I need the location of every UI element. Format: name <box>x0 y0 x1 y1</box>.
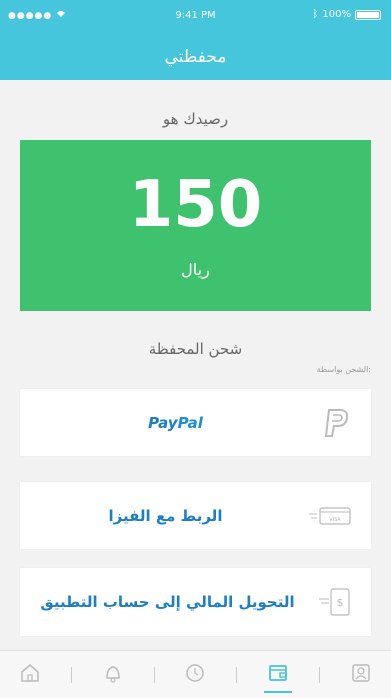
money-transfer-option-label: التحويل المالي إلى حساب التطبيق <box>40 593 295 611</box>
balance-currency: ريال <box>181 260 210 279</box>
paypal-icon <box>323 406 351 440</box>
profile-icon <box>350 662 372 688</box>
money-transfer-option[interactable]: التحويل المالي إلى حساب التطبيق $ <box>20 568 371 636</box>
battery-icon <box>355 9 381 20</box>
tab-profile[interactable] <box>341 655 381 695</box>
tab-home[interactable] <box>10 655 50 695</box>
tab-divider <box>153 666 155 683</box>
tab-divider <box>71 666 73 683</box>
home-icon <box>19 662 41 688</box>
tab-divider <box>236 666 238 683</box>
balance-card: 150 ريال <box>20 140 371 311</box>
tab-divider <box>318 666 320 683</box>
svg-text:VISA: VISA <box>329 517 341 523</box>
orders-icon <box>184 662 206 688</box>
money-transfer-icon: $ <box>319 587 351 617</box>
recharge-via-label: الشحن بواسطة: <box>316 365 371 374</box>
visa-option[interactable]: الربط مع الفيزا VISA <box>20 482 371 549</box>
wallet-icon <box>267 662 289 688</box>
tab-orders[interactable] <box>175 655 215 695</box>
status-bar: ●●●●● 9:41 PM ᛒ 100% <box>0 0 391 34</box>
bluetooth-icon: ᛒ <box>312 9 319 20</box>
page-title: محفظتي <box>164 47 227 67</box>
visa-option-label: الربط مع الفيزا <box>108 506 223 525</box>
battery-indicator: ᛒ 100% <box>312 9 381 20</box>
balance-amount: 150 <box>128 168 263 242</box>
paypal-logo: Pay Pal <box>148 413 203 432</box>
tab-wallet[interactable] <box>258 655 298 695</box>
header: محفظتي <box>0 34 391 80</box>
battery-percentage: 100% <box>322 9 351 20</box>
notifications-icon <box>102 662 124 688</box>
tab-bar <box>0 650 391 698</box>
recharge-title: شحن المحفظة <box>148 340 243 358</box>
tab-notifications[interactable] <box>93 655 133 695</box>
visa-card-icon: VISA <box>309 506 351 526</box>
paypal-option[interactable]: Pay Pal <box>20 389 371 456</box>
balance-label: رصيدك هو <box>162 110 229 128</box>
svg-text:$: $ <box>337 596 344 609</box>
